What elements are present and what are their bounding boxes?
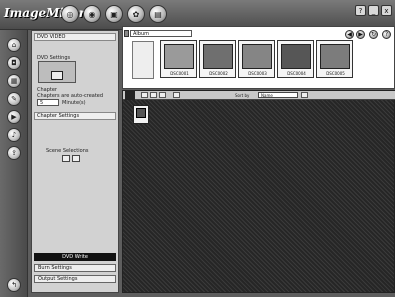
thumbnail-image	[281, 44, 311, 69]
back-icon[interactable]: ◀	[345, 30, 354, 39]
edit-icon[interactable]: ✎	[7, 92, 21, 106]
thumbnail-image	[164, 44, 194, 69]
settings-panel: DVD VIDEO DVD Settings Chapter Chapters …	[31, 30, 119, 293]
unit-label: Minute(s)	[62, 100, 86, 106]
thumbnail[interactable]: DSC0004	[277, 40, 314, 78]
thumbnail[interactable]: DSC0005	[316, 40, 353, 78]
burn-settings-field[interactable]: Burn Settings	[34, 264, 116, 272]
refresh-icon[interactable]: ↻	[369, 30, 378, 39]
thumbnail[interactable]: DSC0001	[160, 40, 197, 78]
section-title: DVD VIDEO	[34, 33, 116, 41]
thumbnail-image	[320, 44, 350, 69]
project-toolbar: Sort by Name	[123, 91, 395, 100]
album-icon[interactable]: ▦	[7, 74, 21, 88]
thumbnail-caption: DSC0003	[248, 71, 267, 76]
camera-icon[interactable]: ◘	[7, 56, 21, 70]
info-icon[interactable]: ?	[382, 30, 391, 39]
close-button[interactable]: x	[381, 5, 392, 16]
mode-rail: ⌂ ◘ ▦ ✎ ▶ ♪ ⇪ ↰	[0, 30, 28, 297]
forward-icon[interactable]: ▶	[356, 30, 365, 39]
project-area: Sort by Name	[122, 90, 395, 293]
globe-icon[interactable]: ◉	[83, 5, 101, 23]
video-icon[interactable]: ▶	[7, 110, 21, 124]
folder-icon	[124, 30, 129, 37]
film-icon[interactable]: ▤	[149, 5, 167, 23]
project-item[interactable]	[133, 105, 149, 124]
output-settings-field[interactable]: Output Settings	[34, 275, 116, 283]
toggle-label: Scene Selections	[46, 148, 89, 154]
add-button[interactable]	[141, 92, 148, 98]
gear-icon[interactable]: ✿	[127, 5, 145, 23]
share-icon[interactable]: ⇪	[7, 146, 21, 160]
disc-icon[interactable]: ◎	[61, 5, 79, 23]
thumbnail-image	[203, 44, 233, 69]
thumbnail-image	[242, 44, 272, 69]
toggle-on-button[interactable]	[62, 155, 70, 162]
remove-button[interactable]	[150, 92, 157, 98]
dvd-settings-button[interactable]	[38, 61, 76, 83]
thumbnail[interactable]: DSC0003	[238, 40, 275, 78]
sort-select[interactable]: Name	[258, 92, 298, 98]
minimize-button[interactable]: _	[368, 5, 379, 16]
sort-arrow-button[interactable]	[301, 92, 308, 98]
section-title: Chapter Settings	[34, 112, 116, 120]
preview-button[interactable]	[173, 92, 180, 98]
thumbnail-caption: DSC0004	[287, 71, 306, 76]
thumbnail-caption: DSC0002	[209, 71, 228, 76]
print-icon[interactable]: ▣	[105, 5, 123, 23]
help-button[interactable]: ?	[355, 5, 366, 16]
chapter-interval-input[interactable]: 5	[37, 99, 59, 106]
music-icon[interactable]: ♪	[7, 128, 21, 142]
empty-slot[interactable]	[132, 41, 154, 79]
thumbnail-caption: DSC0001	[170, 71, 189, 76]
folder-select[interactable]: Album	[130, 30, 192, 37]
project-thumbnail	[136, 108, 146, 118]
burn-bar[interactable]: DVD Write	[34, 253, 116, 261]
thumbnail[interactable]: DSC0002	[199, 40, 236, 78]
exit-icon[interactable]: ↰	[7, 278, 21, 292]
view-label: Sort by	[235, 93, 250, 98]
album-browser: Album ◀ ▶ ↻ ? DSC0001 DSC0002 DSC0003 DSC00…	[122, 26, 395, 89]
project-icon	[125, 91, 135, 100]
thumbnail-caption: DSC0005	[326, 71, 345, 76]
toggle-off-button[interactable]	[72, 155, 80, 162]
move-button[interactable]	[159, 92, 166, 98]
home-icon[interactable]: ⌂	[7, 38, 21, 52]
dvd-icon	[51, 71, 63, 80]
